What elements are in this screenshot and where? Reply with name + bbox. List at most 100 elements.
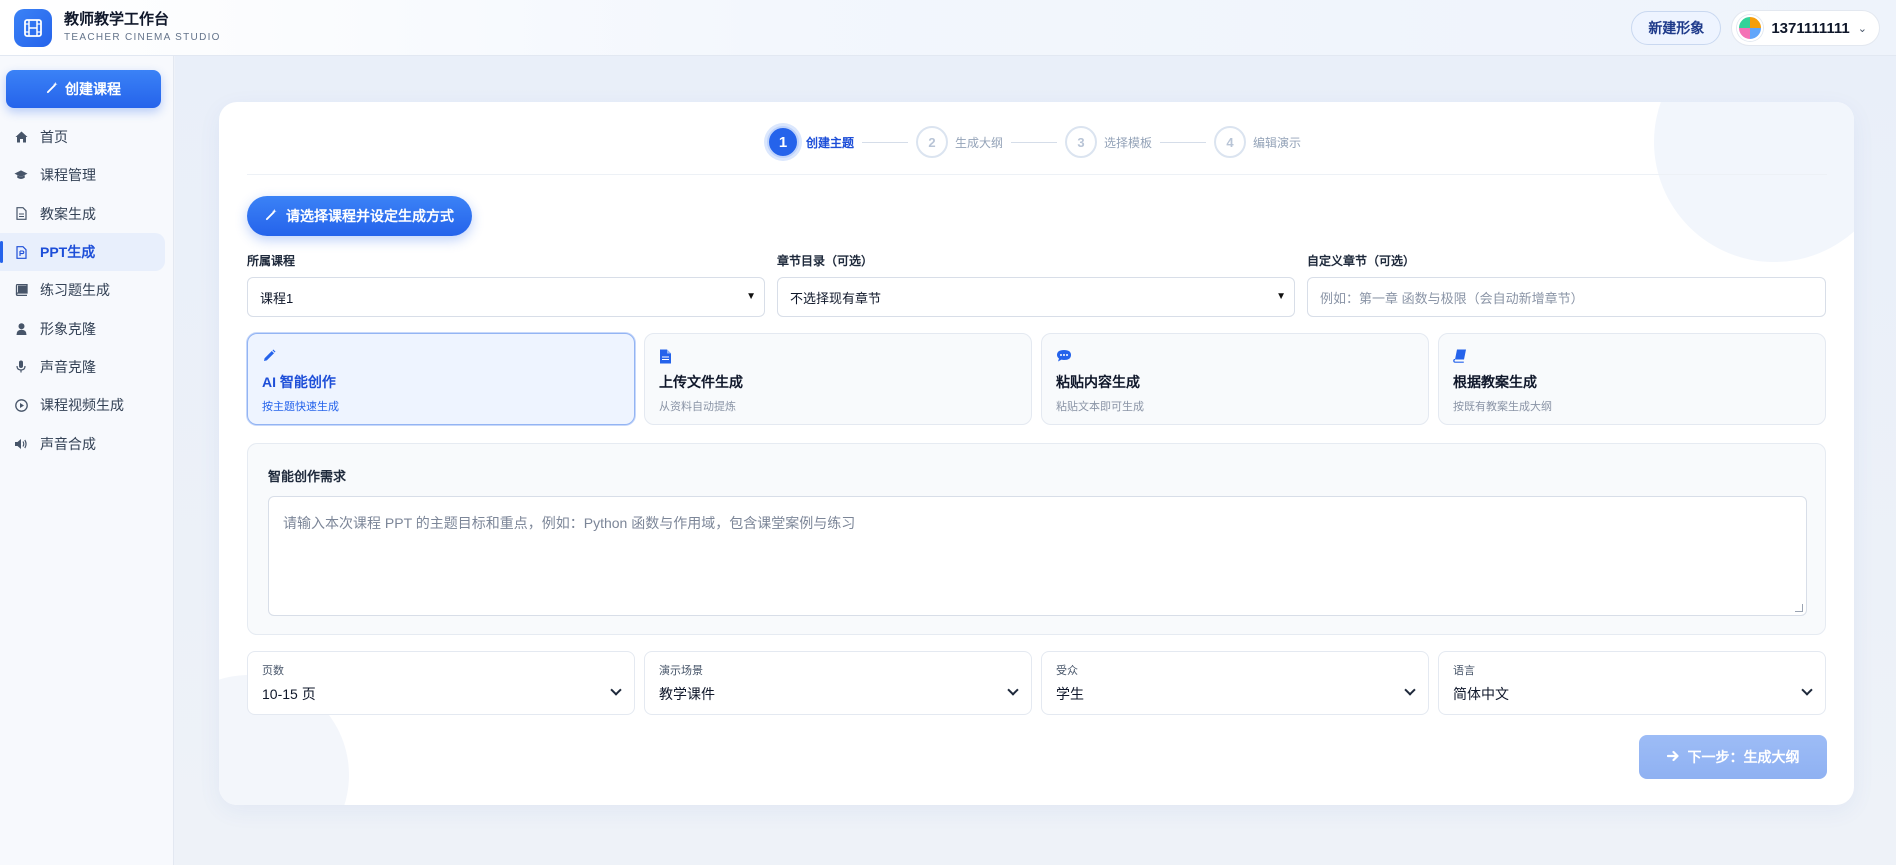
- app-subtitle: TEACHER CINEMA STUDIO: [64, 31, 221, 43]
- mode-paste-content[interactable]: 粘贴内容生成 粘贴文本即可生成: [1041, 333, 1429, 425]
- sidebar-item-lesson-plan[interactable]: 教案生成: [0, 195, 174, 233]
- step-label: 生成大纲: [955, 135, 1004, 150]
- step-create-topic[interactable]: 1 创建主题: [767, 126, 854, 158]
- custom-chapter-input[interactable]: 例如：第一章 函数与极限（会自动新增章节）: [1307, 277, 1826, 317]
- sidebar: 创建课程 首页 课程管理 教案生成 PPT生成 练习题生成 形象克隆 声音克隆 …: [0, 56, 174, 865]
- page-count-select[interactable]: 页数 10-15 页: [247, 651, 635, 715]
- step-select-template[interactable]: 3 选择模板: [1065, 126, 1152, 158]
- option-value: 教学课件: [659, 686, 715, 702]
- book-icon: [1453, 348, 1469, 364]
- sidebar-item-label: 首页: [40, 129, 68, 146]
- chapter-label: 章节目录（可选）: [777, 254, 874, 268]
- user-name: 1371111111: [1771, 19, 1850, 37]
- resize-handle-icon[interactable]: [1795, 604, 1803, 612]
- sidebar-item-course-video[interactable]: 课程视频生成: [0, 386, 174, 424]
- mode-from-lesson-plan[interactable]: 根据教案生成 按既有教案生成大纲: [1438, 333, 1826, 425]
- step-connector: [862, 141, 909, 143]
- chat-bubble-icon: [1056, 348, 1072, 364]
- create-course-button[interactable]: 创建课程: [6, 70, 161, 108]
- presentation-file-icon: [14, 245, 28, 259]
- chapter-select-value: 不选择现有章节: [790, 290, 882, 306]
- mode-ai-create[interactable]: AI 智能创作 按主题快速生成: [247, 333, 635, 425]
- sidebar-item-label: 练习题生成: [40, 282, 110, 299]
- language-select[interactable]: 语言 简体中文: [1438, 651, 1826, 715]
- step-label: 创建主题: [806, 135, 855, 150]
- sidebar-item-label: 声音合成: [40, 435, 96, 452]
- mode-subtitle: 按既有教案生成大纲: [1453, 401, 1552, 413]
- option-label: 受众: [1056, 665, 1078, 677]
- sidebar-item-ppt[interactable]: PPT生成: [0, 232, 165, 272]
- step-connector: [1011, 141, 1058, 143]
- book-icon: [14, 283, 28, 297]
- requirement-label: 智能创作需求: [268, 469, 347, 484]
- sidebar-item-voice-synthesis[interactable]: 声音合成: [0, 424, 174, 462]
- next-step-label: 下一步：生成大纲: [1687, 749, 1800, 765]
- magic-wand-icon: [46, 81, 59, 97]
- requirement-placeholder: 请输入本次课程 PPT 的主题目标和重点，例如：Python 函数与作用域，包含…: [283, 515, 856, 531]
- avatar: [1737, 15, 1764, 41]
- course-label: 所属课程: [247, 254, 296, 268]
- user-menu[interactable]: 1371111111 ⌄: [1731, 10, 1880, 46]
- document-icon: [14, 207, 28, 221]
- sidebar-item-label: 课程视频生成: [40, 397, 124, 414]
- option-label: 演示场景: [659, 665, 703, 677]
- speaker-icon: [14, 437, 28, 451]
- file-icon: [659, 348, 675, 364]
- scenario-select[interactable]: 演示场景 教学课件: [644, 651, 1032, 715]
- graduation-cap-icon: [14, 168, 28, 182]
- chevron-down-icon: ▼: [746, 291, 756, 302]
- next-step-button[interactable]: 下一步：生成大纲: [1639, 735, 1827, 779]
- option-label: 页数: [262, 665, 284, 677]
- step-number: 4: [1214, 126, 1247, 158]
- create-topic-card: 1 创建主题 2 生成大纲 3 选择模板 4 编辑演示 请选择课程并设定生成方式…: [219, 102, 1854, 805]
- chevron-down-icon: ⌄: [1857, 22, 1867, 35]
- mode-upload-file[interactable]: 上传文件生成 从资料自动提炼: [644, 333, 1032, 425]
- sidebar-item-home[interactable]: 首页: [0, 118, 174, 156]
- option-value: 简体中文: [1453, 686, 1509, 702]
- sidebar-item-label: 教案生成: [40, 205, 96, 222]
- sidebar-item-avatar-clone[interactable]: 形象克隆: [0, 309, 174, 347]
- magic-wand-icon: [265, 208, 278, 224]
- new-avatar-button[interactable]: 新建形象: [1631, 11, 1722, 45]
- arrow-right-icon: [1666, 749, 1680, 765]
- chapter-select[interactable]: 不选择现有章节 ▼: [777, 277, 1295, 317]
- option-value: 学生: [1056, 686, 1084, 702]
- section-title: 请选择课程并设定生成方式: [286, 208, 454, 224]
- play-circle-icon: [14, 398, 28, 412]
- pencil-icon: [262, 348, 278, 364]
- user-icon: [14, 322, 28, 336]
- requirement-panel: 智能创作需求 请输入本次课程 PPT 的主题目标和重点，例如：Python 函数…: [247, 443, 1826, 635]
- app-title: 教师教学工作台: [64, 10, 170, 28]
- divider: [247, 174, 1827, 175]
- mode-subtitle: 按主题快速生成: [262, 401, 339, 413]
- step-label: 编辑演示: [1253, 135, 1302, 150]
- sidebar-nav: 首页 课程管理 教案生成 PPT生成 练习题生成 形象克隆 声音克隆 课程视频生…: [0, 118, 174, 463]
- step-edit-presentation[interactable]: 4 编辑演示: [1214, 126, 1301, 158]
- sidebar-item-voice-clone[interactable]: 声音克隆: [0, 348, 174, 386]
- section-title-pill: 请选择课程并设定生成方式: [247, 196, 472, 236]
- chevron-down-icon: ▼: [1276, 291, 1286, 302]
- sidebar-item-label: PPT生成: [40, 244, 96, 261]
- course-select-value: 课程1: [260, 290, 294, 306]
- film-logo-icon: [14, 8, 52, 47]
- top-header: 教师教学工作台 TEACHER CINEMA STUDIO 新建形象 13711…: [0, 0, 1896, 56]
- brand: 教师教学工作台 TEACHER CINEMA STUDIO: [64, 11, 221, 45]
- sidebar-item-exercises[interactable]: 练习题生成: [0, 271, 174, 309]
- course-select[interactable]: 课程1 ▼: [247, 277, 765, 317]
- requirement-textarea[interactable]: 请输入本次课程 PPT 的主题目标和重点，例如：Python 函数与作用域，包含…: [268, 496, 1807, 616]
- mode-title: 根据教案生成: [1453, 374, 1537, 390]
- home-icon: [14, 130, 28, 144]
- sidebar-item-label: 声音克隆: [40, 358, 96, 375]
- sidebar-item-label: 课程管理: [40, 167, 96, 184]
- decorative-circle: [1654, 102, 1854, 262]
- audience-select[interactable]: 受众 学生: [1041, 651, 1429, 715]
- step-generate-outline[interactable]: 2 生成大纲: [916, 126, 1003, 158]
- mode-subtitle: 粘贴文本即可生成: [1056, 401, 1144, 413]
- sidebar-item-course-management[interactable]: 课程管理: [0, 156, 174, 194]
- mode-title: 粘贴内容生成: [1056, 374, 1140, 390]
- step-number: 2: [916, 126, 949, 158]
- mode-title: 上传文件生成: [659, 374, 743, 390]
- option-label: 语言: [1453, 665, 1475, 677]
- stepper: 1 创建主题 2 生成大纲 3 选择模板 4 编辑演示: [767, 126, 1301, 158]
- step-number: 3: [1065, 126, 1098, 158]
